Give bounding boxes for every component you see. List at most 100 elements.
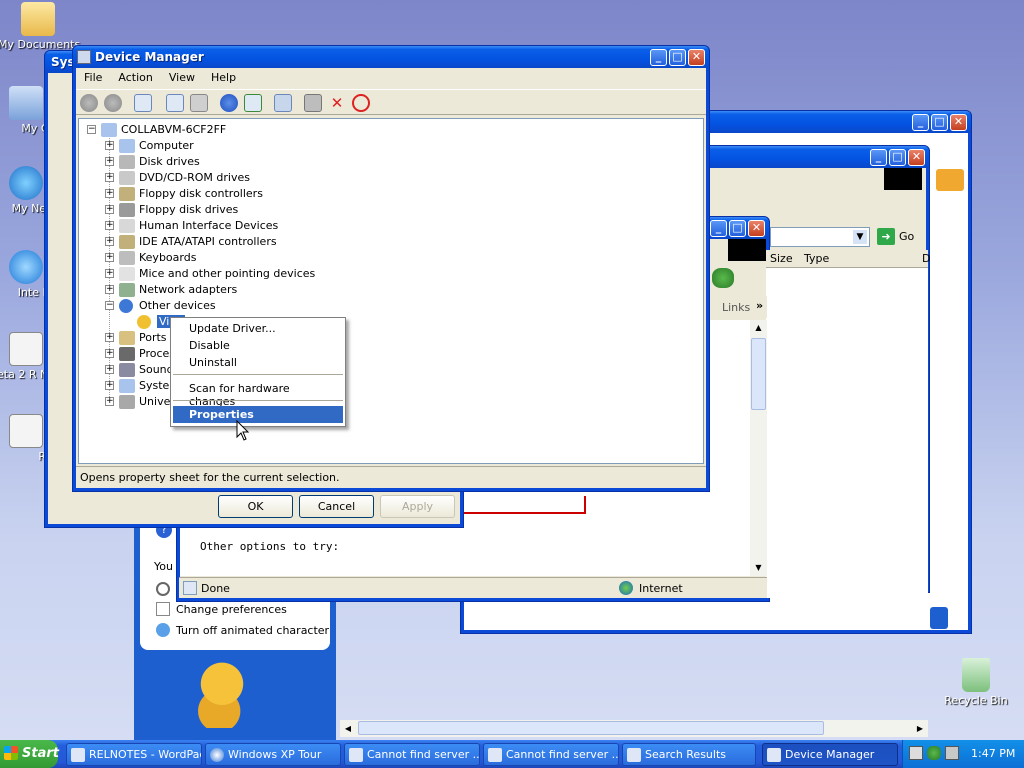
task-search-results[interactable]: Search Results xyxy=(622,743,756,766)
tree-category-item[interactable]: − Other devices xyxy=(101,298,361,314)
menu-action[interactable]: Action xyxy=(110,68,160,88)
task-device-manager[interactable]: Device Manager xyxy=(762,743,898,766)
tree-category-item[interactable]: + Floppy disk drives xyxy=(101,202,361,218)
tree-category-item[interactable]: + Floppy disk controllers xyxy=(101,186,361,202)
maximize-button[interactable]: □ xyxy=(889,149,906,166)
tree-category-item[interactable]: + Human Interface Devices xyxy=(101,218,361,234)
links-bar[interactable]: Links » xyxy=(712,296,767,318)
address-bar-dropdown[interactable]: ▼ xyxy=(770,227,870,247)
scan-hardware-icon[interactable] xyxy=(274,94,292,112)
change-preferences-link[interactable]: Change preferences xyxy=(176,603,287,616)
up-one-level-icon[interactable] xyxy=(134,94,152,112)
print-icon[interactable] xyxy=(190,94,208,112)
maximize-button[interactable]: □ xyxy=(931,114,948,131)
expand-icon[interactable]: + xyxy=(105,269,114,278)
show-hide-tree-icon[interactable] xyxy=(166,94,184,112)
expand-icon[interactable]: + xyxy=(105,333,114,342)
tree-category-item[interactable]: + DVD/CD-ROM drives xyxy=(101,170,361,186)
scroll-up-button[interactable]: ▲ xyxy=(750,320,767,336)
tree-category-item[interactable]: + Mice and other pointing devices xyxy=(101,266,361,282)
task-cannot-find-server-1[interactable]: Cannot find server ... xyxy=(344,743,480,766)
close-button[interactable]: ✕ xyxy=(950,114,967,131)
hardware-tray-icon[interactable] xyxy=(945,746,959,760)
xp-flag-icon xyxy=(884,168,922,190)
uninstall-icon[interactable]: ✕ xyxy=(328,94,346,112)
expand-icon[interactable]: + xyxy=(105,157,114,166)
collapse-icon[interactable]: − xyxy=(87,125,96,134)
minimize-button[interactable]: _ xyxy=(710,220,727,237)
tree-category-item[interactable]: + Network adapters xyxy=(101,282,361,298)
menu-file[interactable]: File xyxy=(76,68,110,88)
menu-help[interactable]: Help xyxy=(203,68,244,88)
expand-icon[interactable]: + xyxy=(105,365,114,374)
desktop-icon-recycle-bin[interactable]: Recycle Bin xyxy=(936,658,1016,707)
expand-icon[interactable]: + xyxy=(105,285,114,294)
task-label: Cannot find server ... xyxy=(506,748,619,761)
go-button[interactable]: ➜ Go xyxy=(875,227,923,247)
collapse-icon[interactable]: − xyxy=(105,301,114,310)
scroll-thumb-h[interactable] xyxy=(358,721,824,735)
desktop-icon-my-documents[interactable]: My Documents xyxy=(0,2,80,51)
sound-icon xyxy=(119,363,135,377)
expand-icon[interactable]: + xyxy=(105,205,114,214)
scroll-right-button[interactable]: ▶ xyxy=(912,720,928,737)
update-driver-icon[interactable] xyxy=(304,94,322,112)
scroll-thumb[interactable] xyxy=(751,338,766,410)
close-button[interactable]: ✕ xyxy=(748,220,765,237)
horizontal-scrollbar[interactable]: ◀ ▶ xyxy=(340,720,928,737)
task-cannot-find-server-2[interactable]: Cannot find server ... xyxy=(483,743,619,766)
close-button[interactable]: ✕ xyxy=(688,49,705,66)
expand-icon[interactable]: + xyxy=(105,141,114,150)
minimize-button[interactable]: _ xyxy=(870,149,887,166)
unknown-device-icon xyxy=(119,299,133,313)
menu-item-update-driver[interactable]: Update Driver... xyxy=(173,320,343,337)
tree-root[interactable]: − COLLABVM-6CF2FF xyxy=(83,122,283,138)
disable-icon[interactable] xyxy=(352,94,370,112)
expand-icon[interactable]: + xyxy=(105,253,114,262)
minimize-button[interactable]: _ xyxy=(650,49,667,66)
minimize-button[interactable]: _ xyxy=(912,114,929,131)
column-d[interactable]: D xyxy=(922,252,930,265)
start-button[interactable]: Start xyxy=(0,740,59,768)
tree-category-item[interactable]: + Disk drives xyxy=(101,154,361,170)
network-tray-icon[interactable] xyxy=(909,746,923,760)
forward-icon[interactable] xyxy=(104,94,122,112)
expand-icon[interactable]: + xyxy=(105,221,114,230)
menu-item-uninstall[interactable]: Uninstall xyxy=(173,354,343,371)
scroll-down-button[interactable]: ▼ xyxy=(750,560,767,576)
help-icon[interactable] xyxy=(220,94,238,112)
menu-view[interactable]: View xyxy=(161,68,203,88)
turn-off-character-link[interactable]: Turn off animated character xyxy=(176,624,329,637)
scroll-left-button[interactable]: ◀ xyxy=(340,720,356,737)
expand-icon[interactable]: + xyxy=(105,173,114,182)
tree-category-item[interactable]: + IDE ATA/ATAPI controllers xyxy=(101,234,361,250)
ok-button[interactable]: OK xyxy=(218,495,293,518)
device-manager-window[interactable]: Device Manager _ □ ✕ File Action View He… xyxy=(72,45,710,492)
window-title: Device Manager xyxy=(95,50,204,64)
expand-icon[interactable]: + xyxy=(105,349,114,358)
column-type[interactable]: Type xyxy=(804,252,829,265)
expand-icon[interactable]: + xyxy=(105,237,114,246)
task-wordpad[interactable]: RELNOTES - WordPad xyxy=(66,743,202,766)
expand-icon[interactable]: + xyxy=(105,189,114,198)
menu-item-scan-hardware[interactable]: Scan for hardware changes xyxy=(173,380,343,408)
expand-icon[interactable]: + xyxy=(105,397,114,406)
menu-item-properties[interactable]: Properties xyxy=(173,406,343,423)
close-button[interactable]: ✕ xyxy=(908,149,925,166)
back-icon[interactable] xyxy=(80,94,98,112)
apply-button[interactable]: Apply xyxy=(380,495,455,518)
task-xp-tour[interactable]: Windows XP Tour xyxy=(205,743,341,766)
tree-category-item[interactable]: + Computer xyxy=(101,138,361,154)
task-label: Windows XP Tour xyxy=(228,748,322,761)
shield-tray-icon[interactable] xyxy=(927,746,941,760)
title-bar[interactable]: Device Manager _ □ ✕ xyxy=(73,46,709,68)
column-size[interactable]: Size xyxy=(770,252,793,265)
expand-icon[interactable]: + xyxy=(105,381,114,390)
menu-item-disable[interactable]: Disable xyxy=(173,337,343,354)
maximize-button[interactable]: □ xyxy=(669,49,686,66)
properties-icon[interactable] xyxy=(244,94,262,112)
maximize-button[interactable]: □ xyxy=(729,220,746,237)
tree-category-item[interactable]: + Keyboards xyxy=(101,250,361,266)
vertical-scrollbar[interactable]: ▲ ▼ xyxy=(750,320,767,576)
cancel-button[interactable]: Cancel xyxy=(299,495,374,518)
